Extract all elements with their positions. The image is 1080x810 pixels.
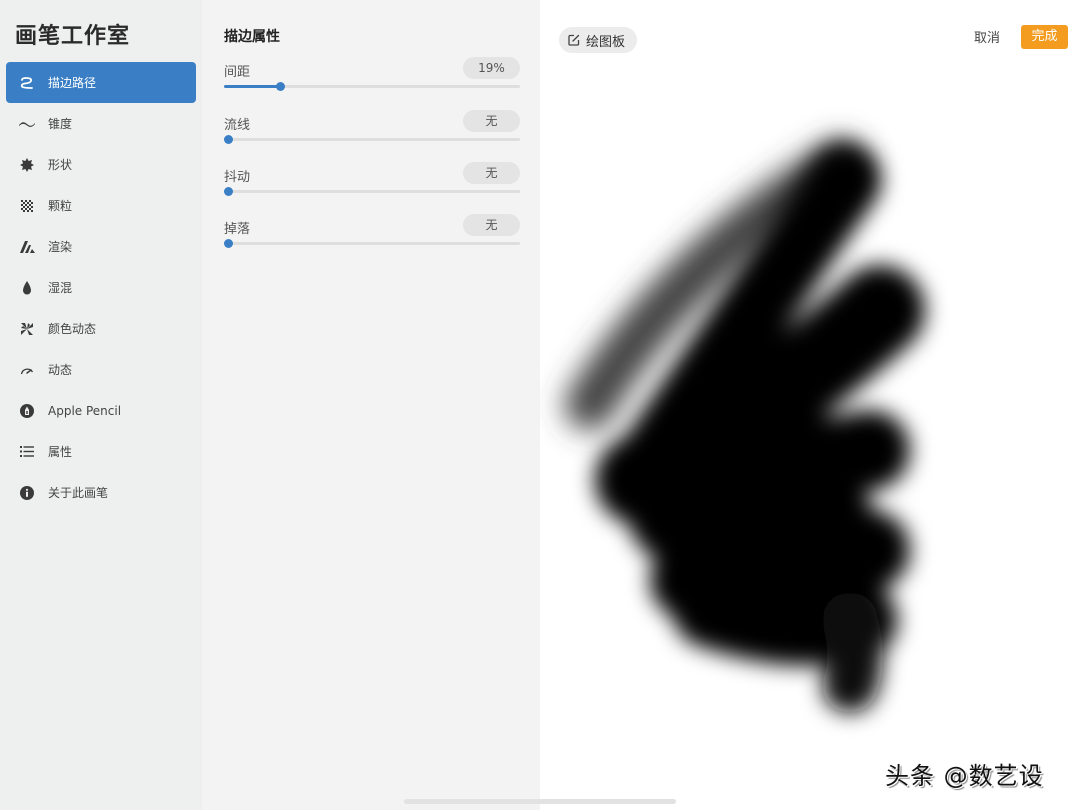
- taper-icon: [19, 116, 35, 132]
- falloff-label: 掉落: [224, 222, 251, 237]
- spacing-value[interactable]: 19%: [463, 57, 520, 79]
- sidebar-item-color-dynamics[interactable]: 颜色动态: [6, 308, 196, 349]
- panel-title: 描边属性: [224, 29, 280, 45]
- edit-icon: [568, 34, 580, 46]
- spacing-setting: 间距 19%: [224, 57, 520, 101]
- sidebar-nav: 描边路径 锥度 形状 颗粒 渲染 湿混 颜色动态 动态 Apple Pencil…: [6, 62, 196, 513]
- drawing-pad-canvas[interactable]: 绘图板 取消 完成 头条 @数艺设: [540, 0, 1080, 810]
- spacing-label: 间距: [224, 65, 251, 80]
- sidebar-item-properties[interactable]: 属性: [6, 431, 196, 472]
- watermark: 头条 @数艺设: [885, 762, 1044, 790]
- sidebar: 画笔工作室 描边路径 锥度 形状 颗粒 渲染 湿混 颜色动态 动态 Apple …: [0, 0, 202, 810]
- dynamics-icon: [19, 362, 35, 378]
- sidebar-item-stroke-path[interactable]: 描边路径: [6, 62, 196, 103]
- rendering-icon: [19, 239, 35, 255]
- streamline-label: 流线: [224, 118, 251, 133]
- apple-pencil-icon: [19, 403, 35, 419]
- jitter-value[interactable]: 无: [463, 162, 520, 184]
- sidebar-item-taper[interactable]: 锥度: [6, 103, 196, 144]
- page-title: 画笔工作室: [15, 24, 131, 49]
- shape-icon: [19, 157, 35, 173]
- falloff-slider[interactable]: [224, 239, 520, 248]
- sidebar-item-grain[interactable]: 颗粒: [6, 185, 196, 226]
- falloff-setting: 掉落 无: [224, 214, 520, 258]
- spacing-slider[interactable]: [224, 82, 520, 91]
- streamline-value[interactable]: 无: [463, 110, 520, 132]
- jitter-slider-thumb[interactable]: [224, 187, 233, 196]
- color-dynamics-icon: [19, 321, 35, 337]
- drawing-pad-label: 绘图板: [586, 34, 626, 50]
- falloff-slider-thumb[interactable]: [224, 239, 233, 248]
- jitter-label: 抖动: [224, 170, 251, 185]
- home-indicator[interactable]: [404, 799, 676, 804]
- streamline-slider[interactable]: [224, 135, 520, 144]
- info-icon: [19, 485, 35, 501]
- streamline-setting: 流线 无: [224, 110, 520, 154]
- jitter-setting: 抖动 无: [224, 162, 520, 206]
- sidebar-item-dynamics[interactable]: 动态: [6, 349, 196, 390]
- sidebar-item-about-brush[interactable]: 关于此画笔: [6, 472, 196, 513]
- spacing-slider-thumb[interactable]: [276, 82, 286, 91]
- falloff-value[interactable]: 无: [463, 214, 520, 236]
- drawing-pad-button[interactable]: 绘图板: [559, 27, 638, 53]
- cancel-button[interactable]: 取消: [974, 27, 1000, 46]
- brush-stroke-preview: [565, 140, 925, 713]
- sidebar-item-apple-pencil[interactable]: Apple Pencil: [6, 390, 196, 431]
- sidebar-item-rendering[interactable]: 渲染: [6, 226, 196, 267]
- jitter-slider[interactable]: [224, 187, 520, 196]
- stroke-properties-panel: 描边属性 间距 19% 流线 无 抖动 无 掉落 无: [202, 0, 540, 810]
- properties-list-icon: [19, 444, 35, 460]
- wet-mix-icon: [19, 280, 35, 296]
- sidebar-item-shape[interactable]: 形状: [6, 144, 196, 185]
- grain-icon: [19, 198, 35, 214]
- spacing-slider-fill: [224, 85, 281, 88]
- done-button[interactable]: 完成: [1021, 25, 1068, 49]
- sidebar-item-wet-mix[interactable]: 湿混: [6, 267, 196, 308]
- stroke-path-icon: [19, 75, 35, 91]
- streamline-slider-thumb[interactable]: [224, 135, 233, 144]
